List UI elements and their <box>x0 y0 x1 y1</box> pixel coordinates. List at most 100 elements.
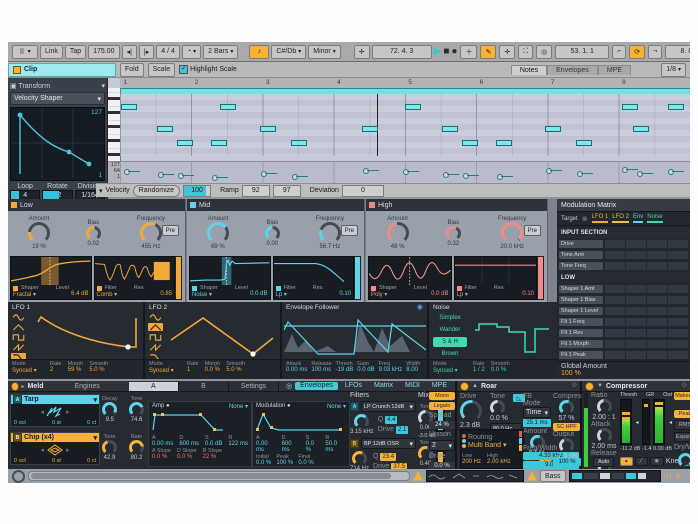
loop-start-field[interactable]: 53. 1. 1 <box>555 45 609 59</box>
matrix-row-label[interactable]: Flt 1 Res <box>559 329 603 337</box>
amount-knob[interactable] <box>207 222 229 244</box>
track-name-chip[interactable]: Bass <box>540 470 566 482</box>
matrix-cell[interactable] <box>626 351 646 359</box>
out-meter[interactable] <box>653 399 665 445</box>
punch-out-button[interactable]: ¬ <box>648 45 662 59</box>
frequency-knob[interactable] <box>319 222 341 244</box>
mode-menu[interactable]: Synced ▾ <box>433 367 467 374</box>
matrix-cell[interactable] <box>647 240 667 248</box>
noise-type-s-h[interactable]: S & H <box>433 337 467 347</box>
tone-knob[interactable] <box>490 400 505 415</box>
meld-subtab-midi[interactable]: MIDI <box>400 382 425 390</box>
modulator-overview[interactable] <box>426 470 524 482</box>
matrix-cell[interactable] <box>605 251 625 259</box>
filter-type-menu[interactable]: Comb ▾ <box>97 291 118 298</box>
ruler-bar-4[interactable]: 4 <box>337 79 341 86</box>
filter-on-toggle[interactable] <box>457 286 462 291</box>
scale-name-menu[interactable]: Minor <box>308 45 341 59</box>
thresh-meter[interactable] <box>620 399 632 445</box>
output-meter-icon[interactable]: ılı ▾ <box>664 472 681 481</box>
metronome-toggle[interactable]: ◔ <box>182 45 201 59</box>
clip-title[interactable]: Clip <box>8 63 116 77</box>
param-value[interactable]: 0.00 ms <box>152 441 173 447</box>
oct-value[interactable]: 0 oct <box>14 458 26 464</box>
matrix-cell[interactable] <box>668 262 688 270</box>
midi-note[interactable] <box>157 126 173 132</box>
warning-icon[interactable] <box>413 472 423 481</box>
matrix-target-env[interactable]: Env <box>633 214 643 223</box>
engine-next-button[interactable]: ▸ <box>66 408 70 416</box>
play-button[interactable]: ▶ <box>434 47 442 57</box>
matrix-cell[interactable] <box>626 318 646 326</box>
shaper-display[interactable]: ShaperLevel Noise ▾0.0 dB <box>189 256 271 300</box>
device-on-toggle[interactable] <box>460 382 469 391</box>
lfo-wave-icon-0[interactable] <box>148 313 163 321</box>
midi-note[interactable] <box>362 126 378 132</box>
lfo-wave-icon-0[interactable] <box>11 313 26 321</box>
param-value[interactable]: 0.00 ms <box>256 441 277 453</box>
param-value[interactable]: 0.0 dB <box>357 367 374 373</box>
out-value[interactable]: 0.00 dB <box>653 446 672 452</box>
curve-view-icon[interactable]: ╱ <box>635 457 648 466</box>
routing-menu[interactable]: Multi Band ▾ <box>468 442 507 449</box>
velocity-marker[interactable] <box>465 175 466 183</box>
morph-value[interactable]: 59 % <box>68 367 84 373</box>
ruler-bar-5[interactable]: 5 <box>408 79 412 86</box>
ct-value[interactable]: 0 ct <box>87 420 96 426</box>
ratio-knob[interactable] <box>597 399 612 414</box>
decay-knob[interactable] <box>102 402 117 417</box>
velocity-shaper-display[interactable]: 127 1 <box>10 107 105 181</box>
capture-midi-button[interactable]: ✛ <box>499 45 515 59</box>
pre-button[interactable]: Pre <box>341 225 358 236</box>
highlight-scale-checkbox[interactable]: ✓ Highlight Scale <box>179 65 237 74</box>
param-value[interactable]: 50.0 ms <box>325 441 346 453</box>
ruler-bar-6[interactable]: 6 <box>480 79 484 86</box>
ramp-to-field[interactable]: 97 <box>273 185 301 197</box>
rate-value[interactable]: 1 / 2 <box>473 367 485 373</box>
matrix-cell[interactable] <box>668 296 688 304</box>
rms-button[interactable]: RMS <box>674 420 690 430</box>
param-value[interactable]: 0.0 % <box>298 460 313 466</box>
matrix-cell[interactable] <box>647 296 667 304</box>
shaper-on-toggle[interactable] <box>13 286 18 291</box>
drive-knob[interactable] <box>460 400 482 422</box>
engine-b-header[interactable]: BChip (x4)▾ <box>11 433 99 442</box>
overdub-button[interactable]: ＋ <box>460 45 477 59</box>
ruler-bar-2[interactable]: 2 <box>195 79 199 86</box>
param-value[interactable]: 100 ms <box>311 367 331 373</box>
filter-type-menu[interactable]: Lp ▾ <box>276 291 287 298</box>
velocity-marker[interactable] <box>126 171 127 183</box>
re-enable-automation-button[interactable]: ◎ <box>536 45 552 59</box>
velocity-marker[interactable] <box>548 170 549 183</box>
filter-b-freq-knob[interactable] <box>352 451 367 466</box>
matrix-cell[interactable] <box>668 307 688 315</box>
pre-button[interactable]: Pre <box>162 225 179 236</box>
scale-button[interactable]: Scale <box>148 63 176 77</box>
makeup-button[interactable]: Makeup <box>674 392 690 400</box>
noise-type-brown[interactable]: Brown <box>433 349 467 359</box>
matrix-cell[interactable] <box>647 251 667 259</box>
transform-preset-menu[interactable]: Velocity Shaper▾ <box>10 92 105 105</box>
matrix-row-label[interactable]: Flt 1 Peak <box>559 351 603 359</box>
matrix-cell[interactable] <box>668 240 688 248</box>
activity-view-icon[interactable]: ◉ <box>650 457 664 466</box>
level-value[interactable]: 6.4 dB <box>71 291 88 298</box>
level-value[interactable]: 0.0 dB <box>250 291 267 298</box>
tone-knob[interactable] <box>129 402 144 417</box>
amp-env-target-menu[interactable]: None ▾ <box>229 403 248 410</box>
spread-value[interactable]: 24 % <box>429 421 455 429</box>
matrix-cell[interactable] <box>647 262 667 270</box>
velocity-lane[interactable] <box>120 161 690 183</box>
randomize-amount-field[interactable]: 100 <box>183 185 211 197</box>
st-value[interactable]: 0 st <box>52 420 61 426</box>
sidechain-icon[interactable]: ◉ <box>417 303 423 311</box>
matrix-target-lfo-2[interactable]: LFO 2 <box>612 214 629 223</box>
matrix-cell[interactable] <box>626 296 646 304</box>
param-value[interactable]: 0.0 % <box>152 454 167 460</box>
record-button[interactable]: ● <box>451 46 457 57</box>
device-fold-icon[interactable]: ▼ <box>597 383 603 389</box>
ruler-bar-7[interactable]: 7 <box>551 79 555 86</box>
output-knob[interactable] <box>559 438 574 453</box>
midi-note[interactable] <box>291 140 307 146</box>
meld-subtab-lfos[interactable]: LFOs <box>340 382 367 390</box>
